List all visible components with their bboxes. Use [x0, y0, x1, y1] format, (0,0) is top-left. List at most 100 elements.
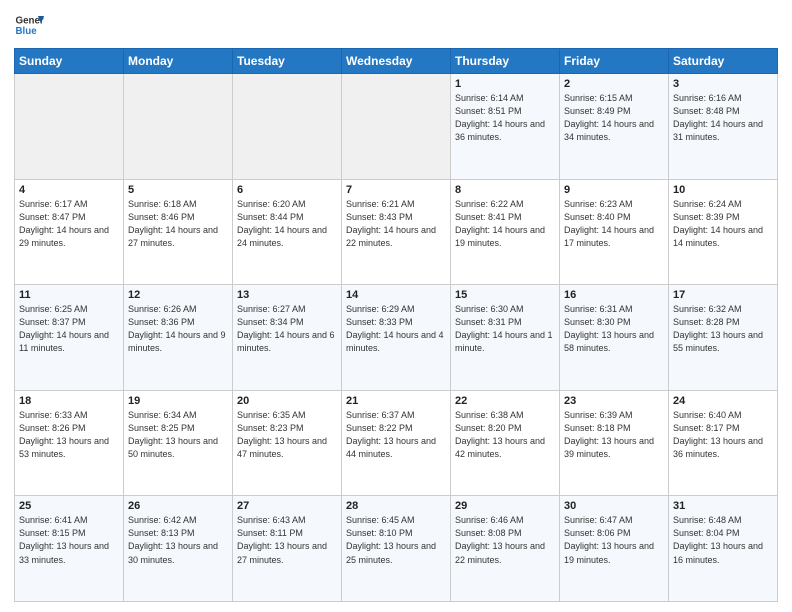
calendar-cell: 3 Sunrise: 6:16 AM Sunset: 8:48 PM Daylig…	[669, 74, 778, 180]
day-info: Sunrise: 6:18 AM Sunset: 8:46 PM Dayligh…	[128, 198, 228, 250]
calendar-cell: 19 Sunrise: 6:34 AM Sunset: 8:25 PM Dayli…	[124, 390, 233, 496]
svg-text:Blue: Blue	[16, 26, 38, 37]
calendar-cell	[233, 74, 342, 180]
calendar-cell	[124, 74, 233, 180]
calendar-cell: 8 Sunrise: 6:22 AM Sunset: 8:41 PM Daylig…	[451, 179, 560, 285]
calendar-cell: 14 Sunrise: 6:29 AM Sunset: 8:33 PM Dayli…	[342, 285, 451, 391]
day-number: 26	[128, 500, 228, 512]
day-number: 16	[564, 289, 664, 301]
day-number: 25	[19, 500, 119, 512]
calendar-cell: 30 Sunrise: 6:47 AM Sunset: 8:06 PM Dayli…	[560, 496, 669, 602]
day-number: 1	[455, 78, 555, 90]
day-number: 8	[455, 184, 555, 196]
weekday-header: Saturday	[669, 49, 778, 74]
calendar-cell: 2 Sunrise: 6:15 AM Sunset: 8:49 PM Daylig…	[560, 74, 669, 180]
calendar-cell: 5 Sunrise: 6:18 AM Sunset: 8:46 PM Daylig…	[124, 179, 233, 285]
day-info: Sunrise: 6:42 AM Sunset: 8:13 PM Dayligh…	[128, 514, 228, 566]
day-number: 21	[346, 395, 446, 407]
day-info: Sunrise: 6:14 AM Sunset: 8:51 PM Dayligh…	[455, 92, 555, 144]
day-info: Sunrise: 6:17 AM Sunset: 8:47 PM Dayligh…	[19, 198, 119, 250]
day-info: Sunrise: 6:48 AM Sunset: 8:04 PM Dayligh…	[673, 514, 773, 566]
day-info: Sunrise: 6:23 AM Sunset: 8:40 PM Dayligh…	[564, 198, 664, 250]
calendar-cell: 11Sunrise: 6:25 AM Sunset: 8:37 PM Dayli…	[15, 285, 124, 391]
calendar-cell: 28 Sunrise: 6:45 AM Sunset: 8:10 PM Dayli…	[342, 496, 451, 602]
calendar-cell: 20 Sunrise: 6:35 AM Sunset: 8:23 PM Dayli…	[233, 390, 342, 496]
calendar-cell: 29 Sunrise: 6:46 AM Sunset: 8:08 PM Dayli…	[451, 496, 560, 602]
weekday-header: Wednesday	[342, 49, 451, 74]
day-number: 27	[237, 500, 337, 512]
day-info: Sunrise: 6:21 AM Sunset: 8:43 PM Dayligh…	[346, 198, 446, 250]
day-number: 9	[564, 184, 664, 196]
calendar-cell	[15, 74, 124, 180]
calendar-cell: 23 Sunrise: 6:39 AM Sunset: 8:18 PM Dayli…	[560, 390, 669, 496]
day-info: Sunrise: 6:15 AM Sunset: 8:49 PM Dayligh…	[564, 92, 664, 144]
weekday-header: Monday	[124, 49, 233, 74]
calendar-cell: 26 Sunrise: 6:42 AM Sunset: 8:13 PM Dayli…	[124, 496, 233, 602]
day-info: Sunrise: 6:43 AM Sunset: 8:11 PM Dayligh…	[237, 514, 337, 566]
day-info: Sunrise: 6:46 AM Sunset: 8:08 PM Dayligh…	[455, 514, 555, 566]
calendar-cell: 12 Sunrise: 6:26 AM Sunset: 8:36 PM Dayli…	[124, 285, 233, 391]
logo-icon: General Blue	[14, 10, 44, 40]
calendar-header: SundayMondayTuesdayWednesdayThursdayFrid…	[15, 49, 778, 74]
day-info: Sunrise: 6:31 AM Sunset: 8:30 PM Dayligh…	[564, 303, 664, 355]
day-number: 24	[673, 395, 773, 407]
day-info: Sunrise: 6:29 AM Sunset: 8:33 PM Dayligh…	[346, 303, 446, 355]
calendar-cell: 10Sunrise: 6:24 AM Sunset: 8:39 PM Dayli…	[669, 179, 778, 285]
weekday-header: Sunday	[15, 49, 124, 74]
day-info: Sunrise: 6:35 AM Sunset: 8:23 PM Dayligh…	[237, 409, 337, 461]
day-info: Sunrise: 6:38 AM Sunset: 8:20 PM Dayligh…	[455, 409, 555, 461]
day-info: Sunrise: 6:16 AM Sunset: 8:48 PM Dayligh…	[673, 92, 773, 144]
calendar-cell: 6Sunrise: 6:20 AM Sunset: 8:44 PM Daylig…	[233, 179, 342, 285]
day-number: 29	[455, 500, 555, 512]
day-info: Sunrise: 6:22 AM Sunset: 8:41 PM Dayligh…	[455, 198, 555, 250]
calendar-cell: 18Sunrise: 6:33 AM Sunset: 8:26 PM Dayli…	[15, 390, 124, 496]
calendar-cell: 27 Sunrise: 6:43 AM Sunset: 8:11 PM Dayli…	[233, 496, 342, 602]
day-info: Sunrise: 6:26 AM Sunset: 8:36 PM Dayligh…	[128, 303, 228, 355]
day-number: 3	[673, 78, 773, 90]
day-number: 23	[564, 395, 664, 407]
calendar-cell: 25 Sunrise: 6:41 AM Sunset: 8:15 PM Dayli…	[15, 496, 124, 602]
calendar-cell: 16 Sunrise: 6:31 AM Sunset: 8:30 PM Dayli…	[560, 285, 669, 391]
day-number: 5	[128, 184, 228, 196]
calendar-table: SundayMondayTuesdayWednesdayThursdayFrid…	[14, 48, 778, 602]
day-number: 28	[346, 500, 446, 512]
day-number: 19	[128, 395, 228, 407]
day-number: 4	[19, 184, 119, 196]
logo: General Blue	[14, 10, 50, 40]
day-info: Sunrise: 6:39 AM Sunset: 8:18 PM Dayligh…	[564, 409, 664, 461]
calendar-cell: 15 Sunrise: 6:30 AM Sunset: 8:31 PM Dayli…	[451, 285, 560, 391]
calendar-cell: 1 Sunrise: 6:14 AM Sunset: 8:51 PM Daylig…	[451, 74, 560, 180]
day-number: 12	[128, 289, 228, 301]
day-number: 14	[346, 289, 446, 301]
weekday-header: Tuesday	[233, 49, 342, 74]
day-info: Sunrise: 6:45 AM Sunset: 8:10 PM Dayligh…	[346, 514, 446, 566]
calendar-cell: 22 Sunrise: 6:38 AM Sunset: 8:20 PM Dayli…	[451, 390, 560, 496]
day-number: 2	[564, 78, 664, 90]
weekday-header: Friday	[560, 49, 669, 74]
day-info: Sunrise: 6:30 AM Sunset: 8:31 PM Dayligh…	[455, 303, 555, 355]
calendar-cell: 4 Sunrise: 6:17 AM Sunset: 8:47 PM Daylig…	[15, 179, 124, 285]
calendar-cell: 24 Sunrise: 6:40 AM Sunset: 8:17 PM Dayli…	[669, 390, 778, 496]
calendar-cell: 21Sunrise: 6:37 AM Sunset: 8:22 PM Dayli…	[342, 390, 451, 496]
day-number: 22	[455, 395, 555, 407]
page-header: General Blue	[14, 10, 778, 40]
day-number: 30	[564, 500, 664, 512]
day-info: Sunrise: 6:41 AM Sunset: 8:15 PM Dayligh…	[19, 514, 119, 566]
day-number: 7	[346, 184, 446, 196]
day-info: Sunrise: 6:27 AM Sunset: 8:34 PM Dayligh…	[237, 303, 337, 355]
calendar-cell: 13 Sunrise: 6:27 AM Sunset: 8:34 PM Dayli…	[233, 285, 342, 391]
day-info: Sunrise: 6:47 AM Sunset: 8:06 PM Dayligh…	[564, 514, 664, 566]
day-info: Sunrise: 6:32 AM Sunset: 8:28 PM Dayligh…	[673, 303, 773, 355]
day-number: 20	[237, 395, 337, 407]
day-number: 17	[673, 289, 773, 301]
day-number: 11	[19, 289, 119, 301]
day-number: 6	[237, 184, 337, 196]
day-info: Sunrise: 6:34 AM Sunset: 8:25 PM Dayligh…	[128, 409, 228, 461]
calendar-cell: 31 Sunrise: 6:48 AM Sunset: 8:04 PM Dayli…	[669, 496, 778, 602]
day-number: 10	[673, 184, 773, 196]
day-number: 15	[455, 289, 555, 301]
day-number: 13	[237, 289, 337, 301]
day-number: 31	[673, 500, 773, 512]
day-info: Sunrise: 6:40 AM Sunset: 8:17 PM Dayligh…	[673, 409, 773, 461]
weekday-header: Thursday	[451, 49, 560, 74]
